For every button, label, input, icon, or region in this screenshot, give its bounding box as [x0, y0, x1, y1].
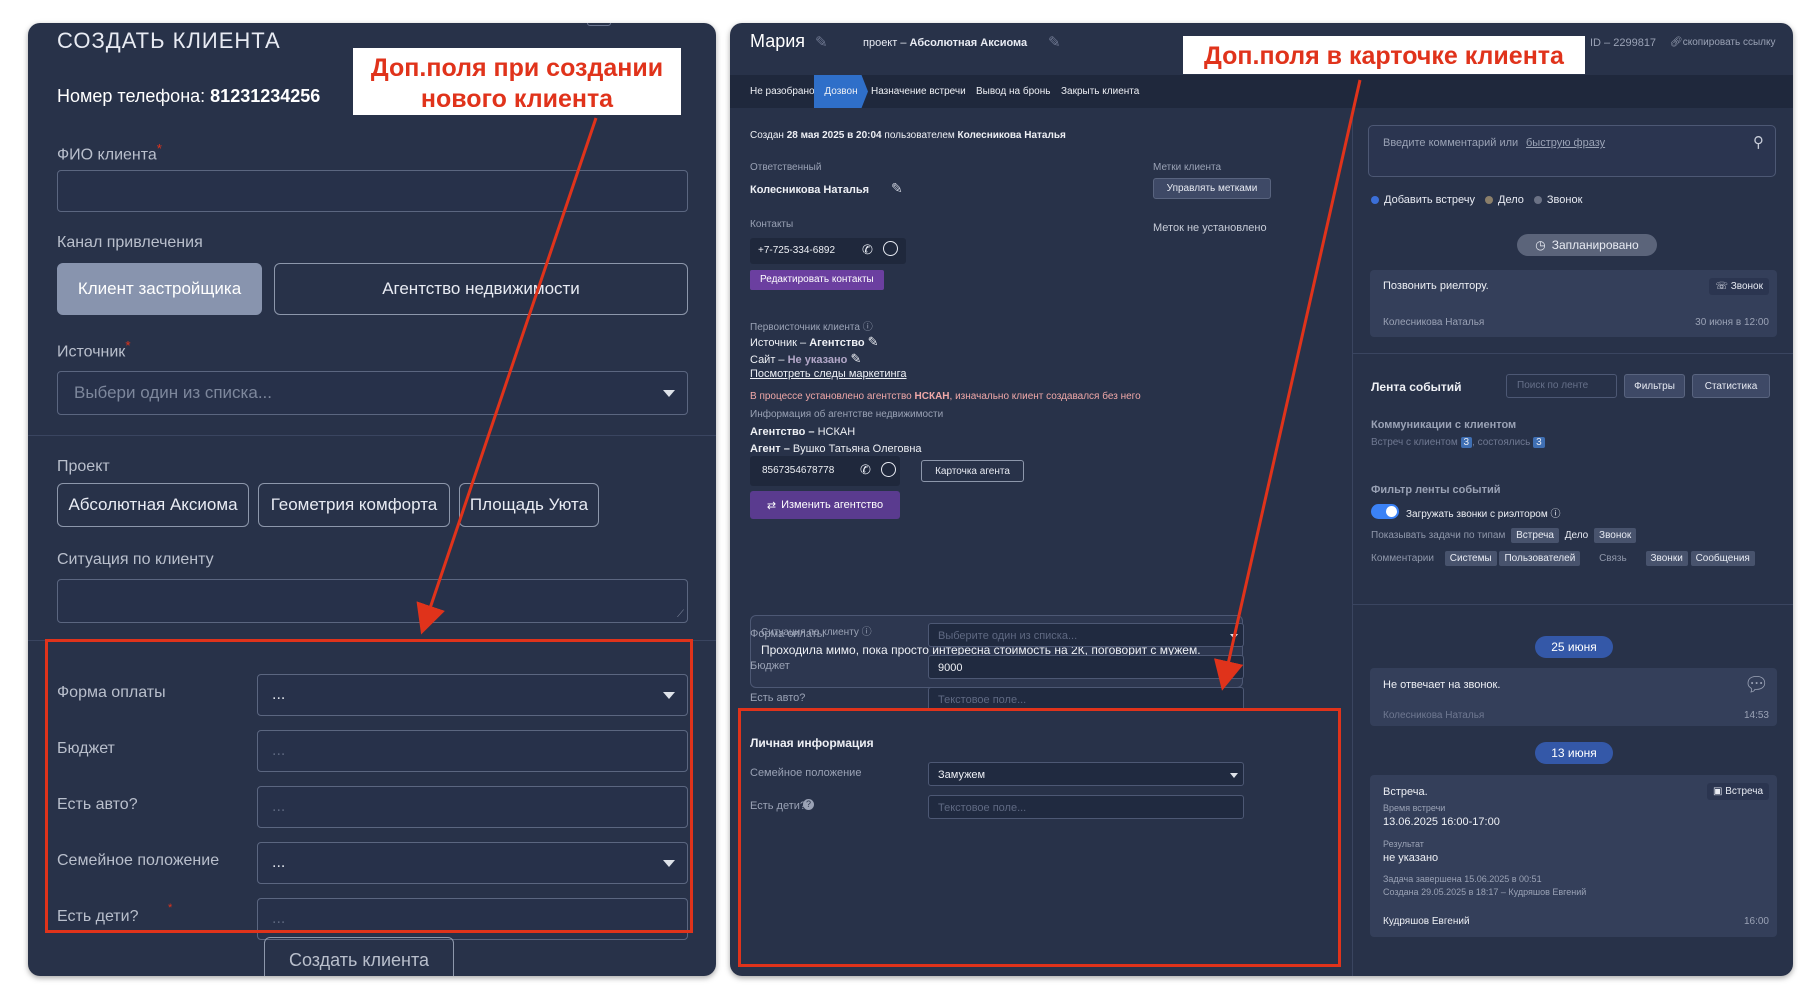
screenshot-stage: СОЗДАТЬ КЛИЕНТА Номер телефона: 81231234… [0, 0, 1817, 1000]
arrows-overlay [416, 79, 1362, 691]
arrow-to-create-fields [416, 117, 598, 635]
arrow-to-card-fields [1213, 79, 1362, 691]
